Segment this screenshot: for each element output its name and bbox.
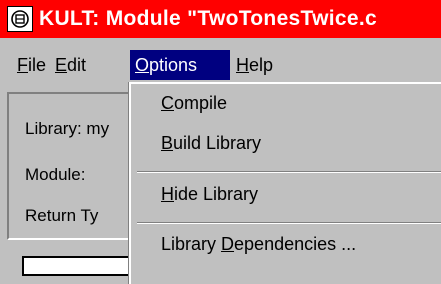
hide-mnemonic: H	[161, 184, 174, 204]
menu-file[interactable]: File	[12, 50, 51, 80]
menu-item-library-dependencies[interactable]: Library Dependencies ...	[161, 234, 356, 255]
menu-separator	[137, 222, 441, 224]
title-bar: KULT: Module "TwoTonesTwice.c	[0, 0, 441, 38]
module-label: Module:	[25, 165, 86, 184]
deps-label: ependencies ...	[234, 234, 357, 254]
options-dropdown-menu: Compile Build Library Hide Library Libra…	[129, 82, 441, 284]
menu-item-compile[interactable]: Compile	[161, 93, 227, 114]
menu-options[interactable]: Options	[130, 50, 230, 80]
compile-mnemonic: C	[161, 93, 174, 113]
menu-file-label: ile	[28, 55, 47, 75]
menu-bar: File Edit Options Help	[0, 48, 441, 82]
menu-help-label: elp	[249, 55, 274, 75]
window-title: KULT: Module "TwoTonesTwice.c	[39, 7, 377, 30]
deps-mnemonic: D	[221, 234, 235, 254]
menu-edit-mnemonic: E	[55, 55, 68, 75]
system-menu-icon[interactable]	[7, 6, 33, 32]
compile-label: ompile	[174, 93, 228, 113]
build-mnemonic: B	[161, 133, 174, 153]
menu-help[interactable]: Help	[231, 50, 278, 80]
menu-options-mnemonic: O	[135, 55, 150, 75]
deps-label-prefix: Library	[161, 234, 222, 254]
menu-help-mnemonic: H	[236, 55, 249, 75]
menu-item-build-library[interactable]: Build Library	[161, 133, 261, 154]
menu-item-hide-library[interactable]: Hide Library	[161, 184, 258, 205]
menu-edit[interactable]: Edit	[50, 50, 91, 80]
menu-options-label: ptions	[149, 55, 198, 75]
library-label: Library: my	[25, 119, 110, 138]
hide-label: ide Library	[174, 184, 259, 204]
build-label: uild Library	[173, 133, 262, 153]
return-type-label: Return Ty	[25, 206, 99, 225]
menu-edit-label: dit	[67, 55, 87, 75]
menu-file-mnemonic: F	[17, 55, 28, 75]
menu-separator	[137, 171, 441, 173]
